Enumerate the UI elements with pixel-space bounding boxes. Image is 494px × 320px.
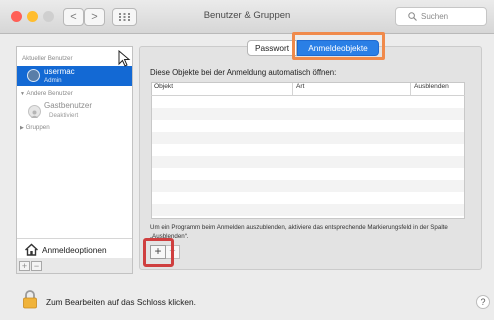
table-row: [152, 132, 464, 144]
tab-password[interactable]: Passwort: [247, 40, 297, 56]
current-user-header: Aktueller Benutzer: [22, 55, 73, 62]
table-row: [152, 204, 464, 216]
sidebar-divider: [17, 238, 132, 239]
current-user-name: usermac: [44, 67, 75, 76]
table-row: [152, 156, 464, 168]
guest-user-name[interactable]: Gastbenutzer: [44, 101, 92, 110]
column-header-object[interactable]: Objekt: [154, 83, 173, 90]
mouse-cursor-icon: [118, 50, 131, 67]
column-divider: [292, 83, 293, 95]
current-user-role: Admin: [44, 77, 62, 84]
user-avatar: [27, 69, 40, 82]
login-items-table[interactable]: [151, 82, 465, 219]
lock-icon[interactable]: [22, 289, 38, 309]
sidebar-item-groups[interactable]: ▶ Gruppen: [20, 124, 50, 131]
add-button-highlight-box: [143, 238, 174, 267]
column-header-kind[interactable]: Art: [296, 83, 304, 90]
help-button[interactable]: ?: [476, 295, 490, 309]
lock-instruction: Zum Bearbeiten auf das Schloss klicken.: [46, 297, 196, 307]
table-row: [152, 180, 464, 192]
remove-user-button[interactable]: −: [31, 261, 42, 271]
table-header-separator: [151, 95, 465, 96]
disclosure-right-icon: ▶: [20, 125, 24, 131]
column-divider: [410, 83, 411, 95]
column-header-hide[interactable]: Ausblenden: [414, 83, 449, 90]
login-items-instruction: Diese Objekte bei der Anmeldung automati…: [150, 68, 337, 77]
table-row: [152, 108, 464, 120]
add-user-button[interactable]: +: [19, 261, 30, 271]
login-options-item[interactable]: Anmeldeoptionen: [42, 245, 107, 255]
person-icon: [31, 110, 38, 118]
tab-highlight-box: [292, 32, 385, 60]
guest-user-status: Deaktiviert: [49, 112, 79, 119]
house-icon: [25, 243, 38, 256]
other-users-header: ▼ Andere Benutzer: [20, 90, 73, 97]
hide-instruction-text: Um ein Programm beim Anmelden auszublend…: [150, 224, 448, 240]
guest-avatar: [28, 105, 41, 118]
disclosure-down-icon[interactable]: ▼: [20, 91, 25, 97]
search-icon: [408, 12, 417, 21]
